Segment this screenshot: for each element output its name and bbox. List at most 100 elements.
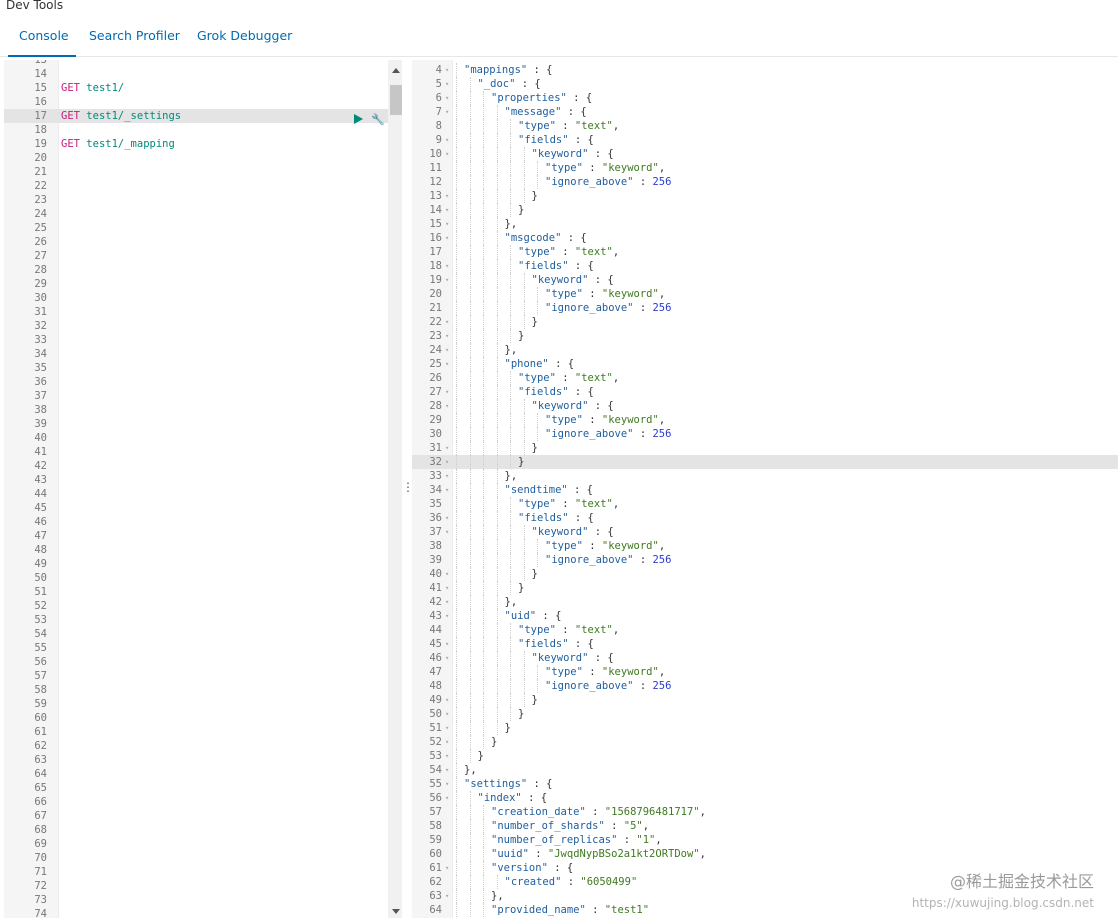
request-line[interactable]: 41: [4, 445, 402, 459]
fold-toggle-icon[interactable]: ▾: [445, 791, 449, 805]
request-line[interactable]: 42: [4, 459, 402, 473]
request-line[interactable]: 27: [4, 249, 402, 263]
request-line[interactable]: 71: [4, 865, 402, 879]
request-line[interactable]: 68: [4, 823, 402, 837]
fold-toggle-icon[interactable]: ▾: [445, 693, 449, 707]
fold-toggle-icon[interactable]: ▾: [445, 469, 449, 483]
request-line[interactable]: 35: [4, 361, 402, 375]
fold-toggle-icon[interactable]: ▾: [445, 889, 449, 903]
fold-toggle-icon[interactable]: ▾: [445, 511, 449, 525]
request-line[interactable]: 49: [4, 557, 402, 571]
request-line[interactable]: 60: [4, 711, 402, 725]
request-line[interactable]: 26: [4, 235, 402, 249]
request-line[interactable]: 74: [4, 907, 402, 918]
request-line[interactable]: 45: [4, 501, 402, 515]
fold-toggle-icon[interactable]: ▾: [445, 721, 449, 735]
request-line[interactable]: 43: [4, 473, 402, 487]
fold-toggle-icon[interactable]: ▾: [445, 77, 449, 91]
fold-toggle-icon[interactable]: ▾: [445, 259, 449, 273]
request-line[interactable]: 66: [4, 795, 402, 809]
play-icon[interactable]: [354, 114, 363, 124]
fold-toggle-icon[interactable]: ▾: [445, 455, 449, 469]
request-line[interactable]: 51: [4, 585, 402, 599]
request-line[interactable]: 62: [4, 739, 402, 753]
fold-toggle-icon[interactable]: ▾: [445, 147, 449, 161]
fold-toggle-icon[interactable]: ▾: [445, 441, 449, 455]
request-line[interactable]: 67: [4, 809, 402, 823]
request-line[interactable]: 65: [4, 781, 402, 795]
request-line[interactable]: 25: [4, 221, 402, 235]
fold-toggle-icon[interactable]: ▾: [445, 105, 449, 119]
request-editor[interactable]: 13 14 15 GET test1/16 17 GET test1/_settings 1…: [4, 60, 402, 918]
request-line[interactable]: 46: [4, 515, 402, 529]
request-line[interactable]: 21: [4, 165, 402, 179]
request-line[interactable]: 69: [4, 837, 402, 851]
request-line[interactable]: 38: [4, 403, 402, 417]
fold-toggle-icon[interactable]: ▾: [445, 189, 449, 203]
request-line[interactable]: 36: [4, 375, 402, 389]
request-line[interactable]: 73: [4, 893, 402, 907]
fold-toggle-icon[interactable]: ▾: [445, 133, 449, 147]
request-line[interactable]: 37: [4, 389, 402, 403]
request-line[interactable]: 70: [4, 851, 402, 865]
fold-toggle-icon[interactable]: ▾: [445, 315, 449, 329]
fold-toggle-icon[interactable]: ▾: [445, 91, 449, 105]
request-line[interactable]: 24: [4, 207, 402, 221]
request-line[interactable]: 19 GET test1/_mapping: [4, 137, 402, 151]
tab-grok-debugger[interactable]: Grok Debugger: [197, 28, 292, 43]
request-line[interactable]: 50: [4, 571, 402, 585]
fold-toggle-icon[interactable]: ▾: [445, 651, 449, 665]
fold-toggle-icon[interactable]: ▾: [445, 609, 449, 623]
fold-toggle-icon[interactable]: ▾: [445, 707, 449, 721]
response-viewer[interactable]: 4 ▾ "mappings" : {5 ▾ "_doc" : {6 ▾ "propertie…: [412, 60, 1118, 918]
fold-toggle-icon[interactable]: ▾: [445, 343, 449, 357]
tab-search-profiler[interactable]: Search Profiler: [89, 28, 180, 43]
fold-toggle-icon[interactable]: ▾: [445, 217, 449, 231]
request-line[interactable]: 14: [4, 67, 402, 81]
request-line[interactable]: 58: [4, 683, 402, 697]
request-line[interactable]: 22: [4, 179, 402, 193]
request-line[interactable]: 63: [4, 753, 402, 767]
panel-resizer[interactable]: ⋮: [402, 480, 414, 494]
request-line[interactable]: 15 GET test1/: [4, 81, 402, 95]
request-line[interactable]: 72: [4, 879, 402, 893]
request-line[interactable]: 18: [4, 123, 402, 137]
fold-toggle-icon[interactable]: ▾: [445, 203, 449, 217]
fold-toggle-icon[interactable]: ▾: [445, 385, 449, 399]
fold-toggle-icon[interactable]: ▾: [445, 861, 449, 875]
request-line[interactable]: 28: [4, 263, 402, 277]
wrench-icon[interactable]: 🔧: [371, 113, 385, 126]
fold-toggle-icon[interactable]: ▾: [445, 637, 449, 651]
fold-toggle-icon[interactable]: ▾: [445, 749, 449, 763]
fold-toggle-icon[interactable]: ▾: [445, 777, 449, 791]
request-scrollbar[interactable]: [388, 60, 402, 918]
request-line[interactable]: 34: [4, 347, 402, 361]
fold-toggle-icon[interactable]: ▾: [445, 567, 449, 581]
request-line[interactable]: 53: [4, 613, 402, 627]
fold-toggle-icon[interactable]: ▾: [445, 483, 449, 497]
scroll-up-icon[interactable]: [392, 68, 400, 73]
request-line[interactable]: 33: [4, 333, 402, 347]
fold-toggle-icon[interactable]: ▾: [445, 329, 449, 343]
tab-console[interactable]: Console: [19, 28, 69, 43]
scroll-thumb[interactable]: [390, 85, 402, 115]
request-line[interactable]: 39: [4, 417, 402, 431]
request-line[interactable]: 54: [4, 627, 402, 641]
request-line[interactable]: 52: [4, 599, 402, 613]
request-line[interactable]: 57: [4, 669, 402, 683]
fold-toggle-icon[interactable]: ▾: [445, 763, 449, 777]
request-line[interactable]: 30: [4, 291, 402, 305]
request-line[interactable]: 61: [4, 725, 402, 739]
fold-toggle-icon[interactable]: ▾: [445, 357, 449, 371]
fold-toggle-icon[interactable]: ▾: [445, 273, 449, 287]
fold-toggle-icon[interactable]: ▾: [445, 525, 449, 539]
fold-toggle-icon[interactable]: ▾: [445, 735, 449, 749]
request-line[interactable]: 29: [4, 277, 402, 291]
request-line[interactable]: 32: [4, 319, 402, 333]
request-line[interactable]: 44: [4, 487, 402, 501]
request-line[interactable]: 47: [4, 529, 402, 543]
request-line[interactable]: 31: [4, 305, 402, 319]
fold-toggle-icon[interactable]: ▾: [445, 595, 449, 609]
request-line[interactable]: 40: [4, 431, 402, 445]
request-line[interactable]: 64: [4, 767, 402, 781]
